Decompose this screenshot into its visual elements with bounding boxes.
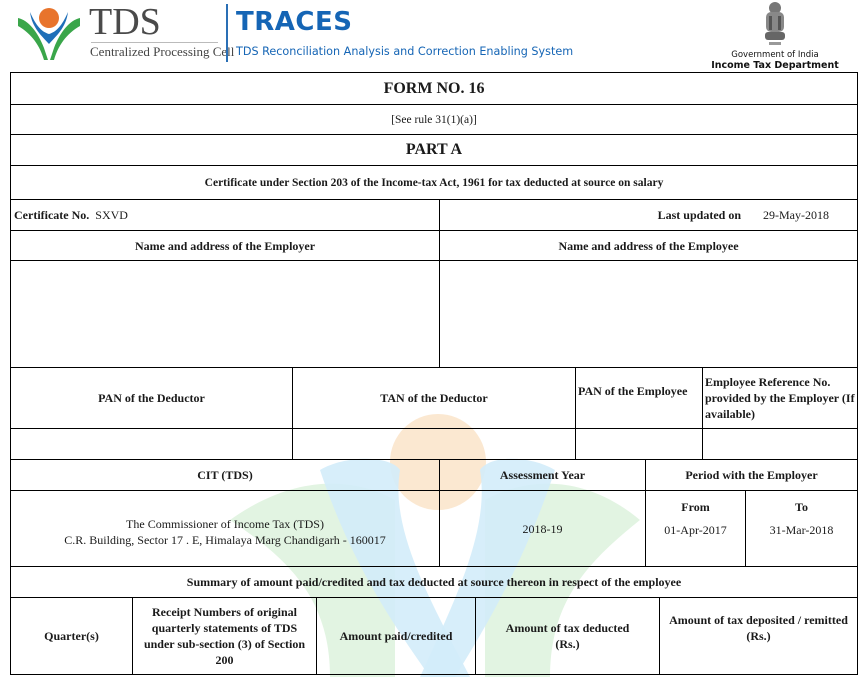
- summary-heading: Summary of amount paid/credited and tax …: [186, 575, 682, 589]
- tds-brand: TDS: [89, 1, 161, 43]
- part-row: PART A: [11, 134, 857, 165]
- pan-employee-label: PAN of the Employee: [575, 368, 702, 428]
- period-from-value: 01-Apr-2017: [664, 523, 727, 537]
- last-updated-cell: Last updated on 29-May-2018: [439, 200, 857, 230]
- tds-subtitle: Centralized Processing Cell: [90, 44, 235, 59]
- rule-row: [See rule 31(1)(a)]: [11, 104, 857, 134]
- rule-reference: [See rule 31(1)(a)]: [391, 113, 477, 126]
- name-address-value-row: [11, 260, 857, 367]
- certificate-info-row: Certificate No. SXVD Last updated on 29-…: [11, 199, 857, 230]
- tan-deductor-label: TAN of the Deductor: [292, 368, 575, 428]
- pan-deductor-label: PAN of the Deductor: [98, 391, 205, 405]
- employee-name-value: [439, 261, 857, 367]
- column-receipt-numbers: Receipt Numbers of original quarterly st…: [132, 598, 316, 674]
- page-header: TDS Centralized Processing Cell TRACES T…: [0, 0, 867, 72]
- traces-subtitle: TDS Reconciliation Analysis and Correcti…: [236, 45, 574, 58]
- period-to-cell: To 31-Mar-2018: [745, 491, 857, 566]
- government-of-india-label: Government of India: [731, 50, 819, 60]
- tan-deductor-value: [292, 429, 575, 459]
- employee-name-label: Name and address of the Employee: [439, 231, 857, 260]
- last-updated-label: Last updated on: [657, 208, 741, 222]
- column-amount-paid: Amount paid/credited: [316, 598, 475, 674]
- cit-label: CIT (TDS): [197, 468, 253, 482]
- cit-address-line1: The Commissioner of Income Tax (TDS): [126, 516, 324, 531]
- certificate-heading-row: Certificate under Section 203 of the Inc…: [11, 165, 857, 199]
- traces-title: TRACES: [236, 7, 353, 37]
- employee-reference-label: Employee Reference No. provided by the E…: [702, 368, 857, 428]
- certificate-number-cell: Certificate No. SXVD: [11, 200, 439, 230]
- period-to-label: To: [795, 500, 808, 514]
- assessment-year-value: 2018-19: [439, 491, 645, 566]
- employer-name-label: Name and address of the Employer: [134, 238, 316, 253]
- cit-header-row: CIT (TDS) Assessment Year Period with th…: [11, 459, 857, 490]
- national-emblem-icon: [765, 2, 785, 45]
- form-title-row: FORM NO. 16: [11, 72, 857, 104]
- income-tax-department-label: Income Tax Department: [711, 60, 839, 71]
- employer-name-value: [11, 261, 439, 367]
- pan-tan-header-row: PAN of the Deductor TAN of the Deductor …: [11, 367, 857, 428]
- period-from-cell: From 01-Apr-2017: [645, 491, 745, 566]
- tds-logo-icon: [18, 8, 80, 60]
- part-heading: PART A: [405, 141, 463, 158]
- period-label: Period with the Employer: [645, 460, 857, 490]
- assessment-year-label: Assessment Year: [439, 460, 645, 490]
- period-to-value: 31-Mar-2018: [769, 523, 834, 537]
- period-from-label: From: [681, 500, 710, 514]
- name-address-header-row: Name and address of the Employer Name an…: [11, 230, 857, 260]
- summary-columns-row: Quarter(s) Receipt Numbers of original q…: [11, 597, 857, 675]
- pan-employee-value: [575, 429, 702, 459]
- cit-value-row: The Commissioner of Income Tax (TDS) C.R…: [11, 490, 857, 566]
- cit-address-cell: The Commissioner of Income Tax (TDS) C.R…: [11, 491, 439, 566]
- employee-reference-value: [702, 429, 857, 459]
- form-16: FORM NO. 16 [See rule 31(1)(a)] PART A C…: [10, 72, 858, 675]
- pan-deductor-value: [11, 429, 292, 459]
- certificate-heading: Certificate under Section 203 of the Inc…: [204, 176, 664, 189]
- last-updated-value: 29-May-2018: [763, 208, 829, 222]
- column-tax-deposited: Amount of tax deposited / remitted (Rs.): [659, 598, 857, 674]
- form-title: FORM NO. 16: [383, 79, 485, 97]
- summary-heading-row: Summary of amount paid/credited and tax …: [11, 566, 857, 597]
- tds-divider: [91, 42, 218, 43]
- header-divider: [226, 4, 228, 62]
- certificate-number-label: Certificate No.: [14, 208, 90, 222]
- cit-address-line2: C.R. Building, Sector 17 . E, Himalaya M…: [64, 532, 386, 547]
- column-tax-deducted: Amount of tax deducted (Rs.): [475, 598, 659, 674]
- pan-tan-value-row: [11, 428, 857, 459]
- column-quarters: Quarter(s): [44, 629, 99, 643]
- certificate-number-value: SXVD: [95, 208, 128, 222]
